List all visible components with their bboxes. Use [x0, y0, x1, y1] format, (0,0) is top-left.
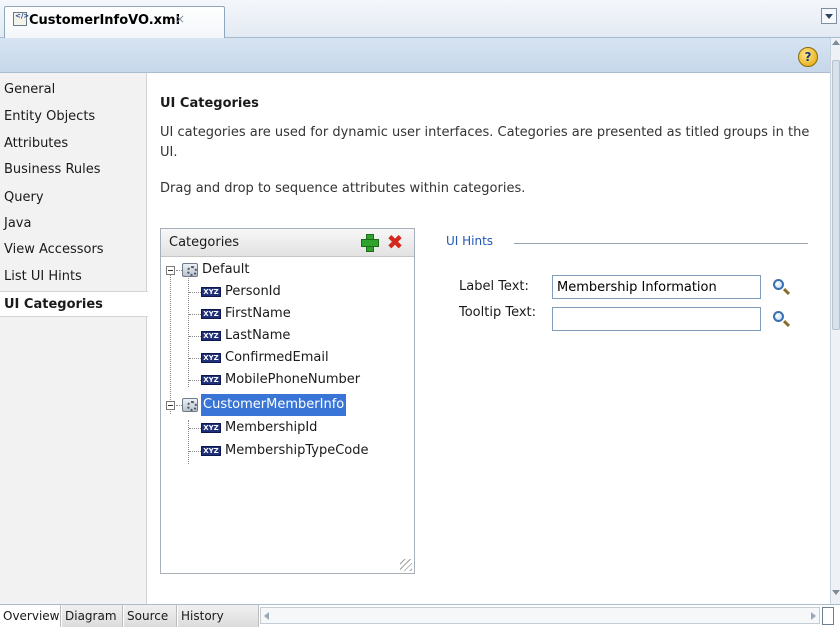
attribute-icon: XYZ [201, 446, 221, 456]
tree-connector-line [189, 314, 201, 315]
tree-node-label: FirstName [225, 306, 291, 321]
category-folder-icon [182, 398, 198, 412]
tree-node-attribute[interactable]: XYZ PersonId [161, 281, 411, 303]
attribute-icon: XYZ [201, 375, 221, 385]
attribute-icon: XYZ [201, 331, 221, 341]
xml-file-icon: </> [13, 12, 29, 26]
tree-node-label: LastName [225, 328, 291, 343]
nav-item-query[interactable]: Query [0, 185, 147, 211]
tree-node-attribute[interactable]: XYZ MembershipId [161, 417, 411, 439]
page-title: UI Categories [160, 96, 259, 111]
nav-item-entity-objects[interactable]: Entity Objects [0, 104, 147, 130]
nav-item-general[interactable]: General [0, 77, 147, 103]
tree-connector-line [189, 358, 201, 359]
tooltip-text-field[interactable] [552, 307, 761, 331]
tab-history[interactable]: History [178, 605, 259, 627]
editor-bottom-tabs: Overview Diagram Source History [0, 604, 840, 628]
categories-header: Categories ✖ [161, 229, 414, 257]
overview-nav: General Entity Objects Attributes Busine… [0, 73, 148, 604]
nav-item-java[interactable]: Java [0, 211, 147, 237]
label-text-field[interactable] [552, 275, 761, 299]
collapse-icon[interactable] [166, 401, 175, 410]
categories-panel: Categories ✖ Default XYZ PersonId XYZ Fi… [160, 228, 415, 574]
attribute-icon: XYZ [201, 353, 221, 363]
search-icon[interactable] [772, 310, 792, 330]
categories-header-label: Categories [169, 235, 240, 250]
tooltip-text-label: Tooltip Text: [459, 305, 537, 320]
search-icon[interactable] [772, 278, 792, 298]
tree-node-attribute[interactable]: XYZ LastName [161, 325, 411, 347]
nav-item-list-ui-hints[interactable]: List UI Hints [0, 264, 147, 290]
nav-item-attributes[interactable]: Attributes [0, 131, 147, 157]
section-description: UI categories are used for dynamic user … [160, 125, 810, 160]
ui-hints-divider [514, 243, 808, 244]
scroll-right-arrow-icon[interactable] [811, 612, 816, 620]
tree-node-label: PersonId [225, 284, 281, 299]
scrollbar-corner [822, 607, 834, 625]
scrollbar-thumb[interactable] [832, 60, 840, 330]
tree-node-default[interactable]: Default [161, 259, 411, 281]
tab-list-dropdown-button[interactable] [821, 8, 837, 24]
tab-source[interactable]: Source [124, 605, 177, 627]
tab-diagram[interactable]: Diagram [62, 605, 123, 627]
horizontal-scrollbar[interactable] [260, 607, 820, 624]
category-folder-icon [182, 263, 198, 277]
editor-tab-strip: </> CustomerInfoVO.xml × [0, 0, 840, 39]
attribute-icon: XYZ [201, 423, 221, 433]
tree-connector-line [189, 292, 201, 293]
help-icon[interactable]: ? [798, 47, 818, 67]
attribute-icon: XYZ [201, 287, 221, 297]
tree-connector-line [189, 451, 201, 452]
tree-connector-line [189, 380, 201, 381]
vertical-scrollbar[interactable] [830, 38, 840, 604]
tree-node-label: MembershipId [225, 420, 318, 435]
editor-tab[interactable]: </> CustomerInfoVO.xml × [4, 6, 225, 39]
tab-overview[interactable]: Overview [0, 605, 61, 627]
tree-node-label: MembershipTypeCode [225, 443, 369, 458]
tree-node-label: MobilePhoneNumber [225, 372, 361, 387]
editor-header-band: ? [0, 38, 830, 73]
ui-hints-title: UI Hints [446, 234, 494, 248]
section-instruction: Drag and drop to sequence attributes wit… [160, 181, 526, 196]
tree-node-label: Default [202, 262, 250, 277]
scroll-left-arrow-icon[interactable] [264, 612, 269, 620]
tree-node-attribute[interactable]: XYZ MobilePhoneNumber [161, 369, 411, 391]
tree-node-attribute[interactable]: XYZ ConfirmedEmail [161, 347, 411, 369]
tree-node-attribute[interactable]: XYZ MembershipTypeCode [161, 440, 411, 462]
nav-item-view-accessors[interactable]: View Accessors [0, 237, 147, 263]
resize-grip-icon[interactable] [400, 559, 412, 571]
tree-node-label: ConfirmedEmail [225, 350, 329, 365]
tree-connector-line [189, 336, 201, 337]
scroll-up-arrow-icon[interactable] [832, 40, 840, 45]
tree-connector-line [189, 428, 201, 429]
tree-node-customer-member-info[interactable]: CustomerMemberInfo [161, 394, 411, 416]
ui-categories-panel: UI Categories UI categories are used for… [148, 73, 830, 604]
scroll-down-arrow-icon[interactable] [832, 590, 840, 595]
close-icon[interactable]: × [175, 12, 185, 26]
label-text-label: Label Text: [459, 279, 529, 294]
add-category-icon[interactable] [360, 233, 379, 252]
nav-item-business-rules[interactable]: Business Rules [0, 157, 147, 183]
delete-category-icon[interactable]: ✖ [385, 232, 405, 252]
nav-item-ui-categories[interactable]: UI Categories [0, 291, 148, 317]
collapse-icon[interactable] [166, 266, 175, 275]
editor-tab-title: CustomerInfoVO.xml [29, 13, 181, 28]
attribute-icon: XYZ [201, 309, 221, 319]
tree-node-attribute[interactable]: XYZ FirstName [161, 303, 411, 325]
tree-node-label-selected: CustomerMemberInfo [201, 394, 347, 416]
